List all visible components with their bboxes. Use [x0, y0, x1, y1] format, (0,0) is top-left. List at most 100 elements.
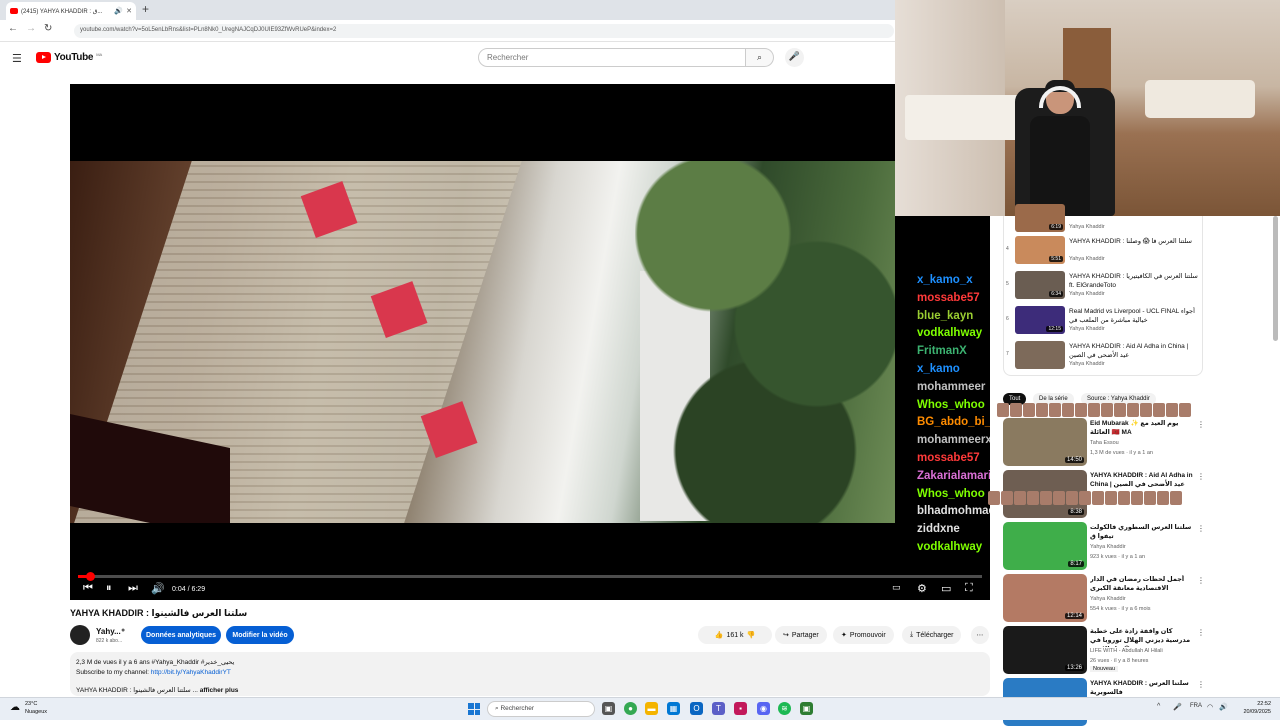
voice-search-button[interactable]: 🎤: [785, 48, 804, 67]
like-dislike-button[interactable]: 👍 161 k 👎: [698, 626, 772, 644]
playlist-item[interactable]: 6 12:15 Real Madrid vs Liverpool - UCL FIN…: [1004, 304, 1204, 337]
playlist-title[interactable]: Real Madrid vs Liverpool - UCL FINAL أجو…: [1069, 307, 1199, 325]
file-explorer-icon[interactable]: ▬: [645, 702, 658, 715]
search-input[interactable]: Rechercher: [478, 48, 746, 67]
youtube-logo[interactable]: YouTube MA: [36, 52, 102, 63]
recommendation-title[interactable]: Eid Mubarak ✨ يوم العيد مع العائلة 🇲🇦 MA: [1090, 419, 1195, 437]
browser-tab-youtube[interactable]: (2415) YAHYA KHADDIR : ق... 🔊 ✕: [6, 2, 136, 20]
chevron-up-icon[interactable]: ^: [1157, 703, 1160, 710]
recommendation-title[interactable]: YAHYA KHADDIR : Aid Al Adha in China | ع…: [1090, 471, 1195, 489]
discord-icon[interactable]: ◉: [757, 702, 770, 715]
taskbar-search[interactable]: ⌕ Rechercher: [487, 701, 595, 717]
pause-icon[interactable]: ⏸: [106, 582, 112, 595]
recommendation-item[interactable]: 12:14 أجمل لحظات رمضان في الدار الاقتصادي…: [1003, 574, 1205, 622]
microphone-icon[interactable]: 🎤: [1173, 703, 1182, 711]
show-more-link[interactable]: afficher plus: [200, 687, 239, 694]
download-icon: ⤓: [910, 631, 914, 638]
thumbs-down-icon[interactable]: 👎: [747, 631, 756, 639]
teams-icon[interactable]: T: [712, 702, 725, 715]
share-icon: ↪: [783, 632, 789, 639]
theater-mode-icon[interactable]: ▭: [941, 582, 951, 595]
recommendation-thumbnail[interactable]: 14:50: [1003, 418, 1087, 466]
channel-avatar[interactable]: [70, 625, 90, 645]
clock[interactable]: 22:52 20/09/2025: [1237, 700, 1271, 716]
search-button[interactable]: ⌕: [746, 48, 774, 67]
playlist-item[interactable]: 4 5:51 YAHYA KHADDIR : سلتنا العرس فا 😱 وص…: [1004, 234, 1204, 267]
more-vert-icon[interactable]: ⋮: [1197, 420, 1205, 429]
app-active-icon[interactable]: ▣: [800, 702, 813, 715]
spotify-icon[interactable]: ≋: [778, 702, 791, 715]
recommendation-thumbnail[interactable]: 12:14: [1003, 574, 1087, 622]
recommendation-meta: 554 k vues · il y a 6 mois: [1090, 606, 1151, 612]
thumbs-up-icon[interactable]: 👍: [715, 631, 724, 639]
settings-gear-icon[interactable]: ⚙: [917, 582, 927, 595]
next-icon[interactable]: ⏭: [128, 582, 138, 595]
recommendation-title[interactable]: أجمل لحظات رمضان في الدار الاقتصادية معا…: [1090, 575, 1195, 593]
recommendation-channel[interactable]: Yahya Khaddir: [1090, 544, 1126, 550]
playlist-thumbnail[interactable]: 12:15: [1015, 306, 1065, 334]
forward-arrow-icon[interactable]: →: [26, 23, 36, 34]
download-button[interactable]: ⤓ Télécharger: [902, 626, 962, 644]
sidebar-scrollbar[interactable]: [1273, 216, 1278, 341]
playlist-thumbnail[interactable]: 6:34: [1015, 271, 1065, 299]
channel-link[interactable]: http://bit.ly/YahyaKhaddirYT: [151, 669, 231, 676]
previous-icon[interactable]: ⏮: [83, 582, 93, 595]
volume-icon[interactable]: 🔊: [1219, 703, 1228, 711]
back-arrow-icon[interactable]: ←: [8, 23, 18, 34]
subscribe-text: Subscribe to my channel:: [76, 669, 151, 676]
video-player[interactable]: ■ ■ ■ x_kamo_x mossabe57 blue_kayn vodkalhw…: [70, 84, 990, 600]
description-box[interactable]: 2,3 M de vues il y a 6 ans #Yahya_Khaddi…: [70, 652, 990, 696]
subtitles-icon[interactable]: ▭: [892, 582, 901, 593]
chrome-icon[interactable]: ●: [624, 702, 637, 715]
progress-bar[interactable]: [78, 572, 982, 581]
more-vert-icon[interactable]: ⋮: [1197, 524, 1205, 533]
wifi-icon[interactable]: ◠: [1207, 703, 1213, 711]
fullscreen-icon[interactable]: ⛶: [965, 582, 973, 595]
more-vert-icon[interactable]: ⋮: [1197, 576, 1205, 585]
close-tab-icon[interactable]: ✕: [126, 7, 132, 15]
recommendation-title[interactable]: YAHYA KHADDIR : سلتنا العرس فالسوبرية: [1090, 679, 1195, 697]
recommendation-channel[interactable]: Yahya Khaddir: [1090, 596, 1126, 602]
playlist-item[interactable]: 5 6:34 YAHYA KHADDIR : سلتنا العرس في الكا…: [1004, 269, 1204, 302]
reload-icon[interactable]: ↻: [44, 23, 52, 34]
analytics-button[interactable]: Données analytiques: [141, 626, 221, 644]
outlook-icon[interactable]: O: [690, 702, 703, 715]
recommendation-title[interactable]: سلتنا العرس السطوري فالكولت تيفوا ق: [1090, 523, 1195, 541]
playlist-thumbnail[interactable]: 6:19: [1015, 204, 1065, 232]
playlist-thumbnail[interactable]: [1015, 341, 1065, 369]
speaker-icon[interactable]: 🔊: [114, 7, 123, 15]
playlist-title[interactable]: YAHYA KHADDIR : سلتنا العرس في الكافيتير…: [1069, 272, 1199, 290]
url-field[interactable]: youtube.com/watch?v=5oL5enLbRns&list=PLn…: [74, 24, 894, 38]
recommendation-thumbnail[interactable]: 8:17: [1003, 522, 1087, 570]
recommendation-thumbnail[interactable]: 13:26: [1003, 626, 1087, 674]
start-button[interactable]: [468, 703, 480, 715]
new-tab-button[interactable]: +: [142, 2, 149, 16]
weather-cloud-icon[interactable]: ☁: [10, 702, 20, 713]
recommendation-title[interactable]: كان واقفة زادة على خطبة مدرسية ديزني اله…: [1090, 627, 1195, 647]
scrubber-handle[interactable]: [86, 572, 96, 581]
recommendation-item[interactable]: 8:17 سلتنا العرس السطوري فالكولت تيفوا ق Y…: [1003, 522, 1205, 570]
playlist-item[interactable]: 7 YAHYA KHADDIR : Aid Al Adha in China | …: [1004, 339, 1204, 372]
recommendation-channel[interactable]: Taha Essou: [1090, 440, 1119, 446]
playlist-item[interactable]: 6:19 Yahya Khaddir: [1004, 202, 1204, 235]
more-vert-icon[interactable]: ⋮: [1197, 628, 1205, 637]
app-icon[interactable]: ▪: [734, 702, 747, 715]
playlist-thumbnail[interactable]: 5:51: [1015, 236, 1065, 264]
store-icon[interactable]: ▦: [667, 702, 680, 715]
recommendation-item[interactable]: 14:50 Eid Mubarak ✨ يوم العيد مع العائلة …: [1003, 418, 1205, 466]
playlist-title[interactable]: YAHYA KHADDIR : سلتنا العرس فا 😱 وصلنا: [1069, 237, 1199, 246]
more-actions-button[interactable]: ⋯: [971, 626, 989, 644]
volume-icon[interactable]: 🔊: [151, 582, 165, 595]
share-button[interactable]: ↪ Partager: [775, 626, 827, 644]
channel-name[interactable]: Yahy...: [96, 627, 121, 636]
recommendation-item[interactable]: 13:26 كان واقفة زادة على خطبة مدرسية ديزن…: [1003, 626, 1205, 674]
more-vert-icon[interactable]: ⋮: [1197, 472, 1205, 481]
task-view-icon[interactable]: ▣: [602, 702, 615, 715]
more-vert-icon[interactable]: ⋮: [1197, 680, 1205, 689]
recommendation-channel[interactable]: LIFE WITH - Abdullah Al Hilali: [1090, 648, 1163, 654]
edit-video-button[interactable]: Modifier la vidéo: [226, 626, 294, 644]
playlist-title[interactable]: YAHYA KHADDIR : Aid Al Adha in China | ع…: [1069, 342, 1199, 360]
language-indicator[interactable]: FRA: [1190, 703, 1202, 709]
promote-button[interactable]: ✦ Promouvoir: [833, 626, 894, 644]
menu-icon[interactable]: ☰: [12, 52, 22, 65]
